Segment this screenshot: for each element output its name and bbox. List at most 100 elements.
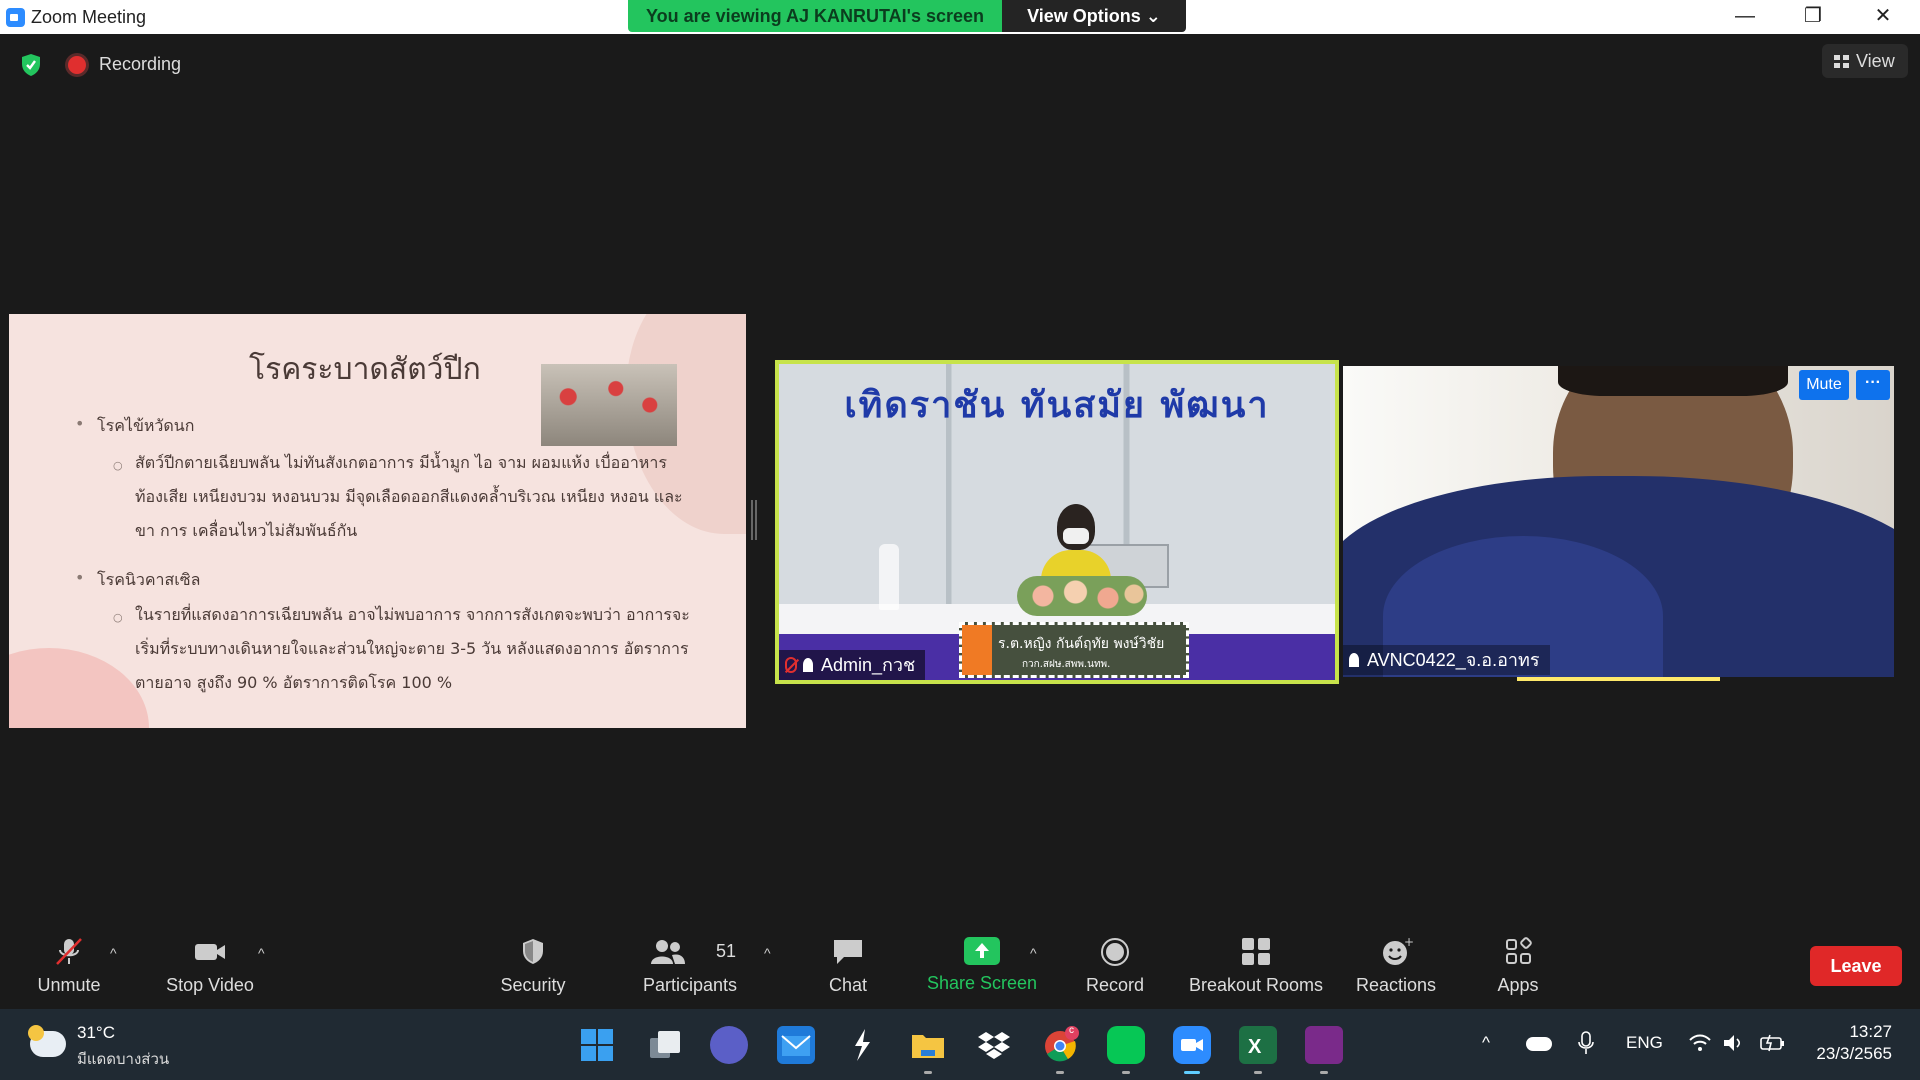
start-windows-icon[interactable] bbox=[578, 1026, 616, 1064]
chat-button[interactable]: Chat bbox=[818, 937, 878, 996]
onedrive-cloud-icon[interactable] bbox=[1526, 1037, 1552, 1051]
presenter-nameplate: ร.ต.หญิง กันต์ฤทัย พงษ์วิชัย กวก.สฝษ.สพพ… bbox=[959, 622, 1189, 678]
slide-text-line: เริ่มที่ระบบทางเดินหายใจและส่วนใหญ่จะตาย… bbox=[135, 639, 689, 658]
video-options-caret[interactable]: ^ bbox=[258, 945, 265, 961]
share-screen-label: Share Screen bbox=[926, 973, 1038, 993]
show-hidden-icons-chevron[interactable]: ^ bbox=[1482, 1033, 1490, 1053]
slide-text-line: ในรายที่แสดงอาการเฉียบพลัน อาจไม่พบอาการ… bbox=[135, 605, 690, 624]
slide-text-line: ขา การ เคลื่อนไหวไม่สัมพันธ์กัน bbox=[135, 521, 358, 540]
participants-label: Participants bbox=[642, 975, 738, 995]
unmute-label: Unmute bbox=[37, 975, 101, 995]
stop-video-button[interactable]: Stop Video bbox=[160, 937, 260, 996]
room-banner-text: เทิดราชัน ทันสมัย พัฒนา bbox=[844, 385, 1270, 426]
slide-chicken-photo bbox=[541, 364, 677, 446]
participants-icon bbox=[651, 940, 685, 964]
share-screen-button[interactable]: Share Screen bbox=[926, 937, 1038, 994]
dropbox-shape bbox=[978, 1032, 1010, 1059]
volume-icon[interactable] bbox=[1722, 1033, 1744, 1053]
folder-shape bbox=[912, 1035, 944, 1058]
restore-button[interactable]: ❐ bbox=[1778, 0, 1848, 34]
apps-label: Apps bbox=[1497, 975, 1539, 995]
unmute-button[interactable]: Unmute bbox=[34, 937, 104, 996]
mic-muted-icon bbox=[56, 938, 82, 965]
dropbox-icon[interactable] bbox=[975, 1026, 1013, 1064]
input-language[interactable]: ENG bbox=[1626, 1033, 1663, 1053]
reactions-button[interactable]: + Reactions bbox=[1356, 937, 1436, 996]
participants-options-caret[interactable]: ^ bbox=[764, 945, 771, 961]
slide-text-line: ตายอาจ สูงถึง 90 % อัตราการติดโรค 100 % bbox=[135, 673, 453, 692]
reactions-label: Reactions bbox=[1356, 975, 1437, 995]
apps-button[interactable]: Apps bbox=[1490, 937, 1546, 996]
svg-text:X: X bbox=[1248, 1036, 1262, 1058]
wifi-icon[interactable] bbox=[1688, 1033, 1712, 1053]
windows-logo-icon bbox=[581, 1029, 613, 1061]
audio-options-caret[interactable]: ^ bbox=[110, 945, 117, 961]
water-bottle bbox=[879, 544, 899, 610]
encryption-shield-icon[interactable] bbox=[20, 53, 42, 77]
security-label: Security bbox=[500, 975, 566, 995]
share-screen-icon bbox=[964, 937, 1000, 965]
task-view-icon[interactable] bbox=[646, 1026, 684, 1064]
excel-icon[interactable]: X bbox=[1239, 1026, 1277, 1074]
microphone-icon[interactable] bbox=[1578, 1031, 1594, 1055]
active-speaker-bar bbox=[1517, 677, 1720, 681]
participant-name: AVNC0422_จ.อ.อาทร bbox=[1367, 650, 1540, 670]
record-button[interactable]: Record bbox=[1082, 937, 1148, 996]
clock-date: 23/3/2565 bbox=[1816, 1044, 1892, 1063]
mute-participant-button[interactable]: Mute bbox=[1799, 370, 1849, 400]
nameplate-unit: กวก.สฝษ.สพพ.นทพ. bbox=[1022, 659, 1111, 670]
excel-shape: X bbox=[1248, 1036, 1262, 1058]
nameplate-accent bbox=[962, 625, 992, 675]
share-options-caret[interactable]: ^ bbox=[1030, 945, 1037, 961]
zoom-taskbar-icon[interactable] bbox=[1173, 1026, 1211, 1074]
participant-name-tag: Admin_กวช bbox=[779, 650, 926, 680]
teams-chat-icon[interactable] bbox=[710, 1026, 748, 1064]
view-label: View bbox=[1856, 51, 1895, 71]
temperature[interactable]: 31°C bbox=[77, 1023, 115, 1043]
pin-icon bbox=[803, 658, 813, 672]
slide-title: โรคระบาดสัตว์ปีก bbox=[249, 352, 481, 387]
running-indicator bbox=[1056, 1071, 1064, 1074]
video-tile-admin[interactable]: เทิดราชัน ทันสมัย พัฒนา ร.ต.หญิง กันต์ฤท… bbox=[775, 360, 1339, 684]
view-button[interactable]: View bbox=[1822, 44, 1908, 78]
zoom-camera-shape bbox=[1181, 1039, 1203, 1051]
pin-icon bbox=[1349, 653, 1359, 667]
window-title: Zoom Meeting bbox=[31, 7, 147, 27]
chrome-icon[interactable]: c bbox=[1041, 1025, 1079, 1074]
battery-charging-icon[interactable] bbox=[1760, 1033, 1786, 1053]
running-indicator bbox=[1122, 1071, 1130, 1074]
line-app-icon[interactable] bbox=[1107, 1026, 1145, 1074]
video-tile-guest[interactable]: AVNC0422_จ.อ.อาทร bbox=[1343, 366, 1894, 677]
system-clock[interactable]: 13:27 23/3/2565 bbox=[1808, 1021, 1892, 1065]
slide-decoration bbox=[9, 648, 149, 728]
record-label: Record bbox=[1085, 975, 1145, 995]
active-indicator bbox=[1184, 1071, 1200, 1074]
mail-icon[interactable] bbox=[777, 1026, 815, 1064]
weather-description[interactable]: มีแดดบางส่วน bbox=[77, 1047, 169, 1071]
recording-label: Recording bbox=[99, 54, 182, 74]
security-button[interactable]: Security bbox=[498, 937, 568, 996]
breakout-rooms-label: Breakout Rooms bbox=[1188, 975, 1324, 995]
more-options-button[interactable]: ··· bbox=[1856, 370, 1890, 400]
leave-button[interactable]: Leave bbox=[1810, 946, 1902, 986]
presenter-mask bbox=[1063, 528, 1089, 544]
slide-text-line: สัตว์ปีกตายเฉียบพลัน ไม่ทันสังเกตอาการ ม… bbox=[135, 453, 667, 472]
slide-text-line: ท้องเสีย เหนียงบวม หงอนบวม มีจุดเลือดออก… bbox=[135, 487, 683, 506]
flower-arrangement bbox=[1017, 576, 1147, 616]
recording-indicator-icon[interactable] bbox=[68, 56, 86, 74]
partly-sunny-icon[interactable] bbox=[28, 1025, 66, 1057]
breakout-rooms-button[interactable]: Breakout Rooms bbox=[1186, 937, 1326, 996]
pdf-app-icon[interactable] bbox=[1305, 1026, 1343, 1074]
participant-name: Admin_กวช bbox=[821, 655, 916, 675]
svg-text:+: + bbox=[1404, 937, 1414, 949]
running-indicator bbox=[1320, 1071, 1328, 1074]
reactions-smiley-icon: + bbox=[1383, 937, 1414, 965]
view-options-button[interactable]: View Options ⌄ bbox=[1002, 0, 1186, 32]
minimize-button[interactable]: — bbox=[1710, 0, 1780, 34]
split-resize-handle[interactable] bbox=[751, 500, 757, 540]
zoom-app-icon bbox=[6, 8, 25, 27]
lightning-app-icon[interactable] bbox=[843, 1026, 881, 1064]
video-camera-icon bbox=[195, 944, 225, 960]
file-explorer-icon[interactable] bbox=[909, 1026, 947, 1074]
close-button[interactable]: ✕ bbox=[1848, 0, 1918, 34]
